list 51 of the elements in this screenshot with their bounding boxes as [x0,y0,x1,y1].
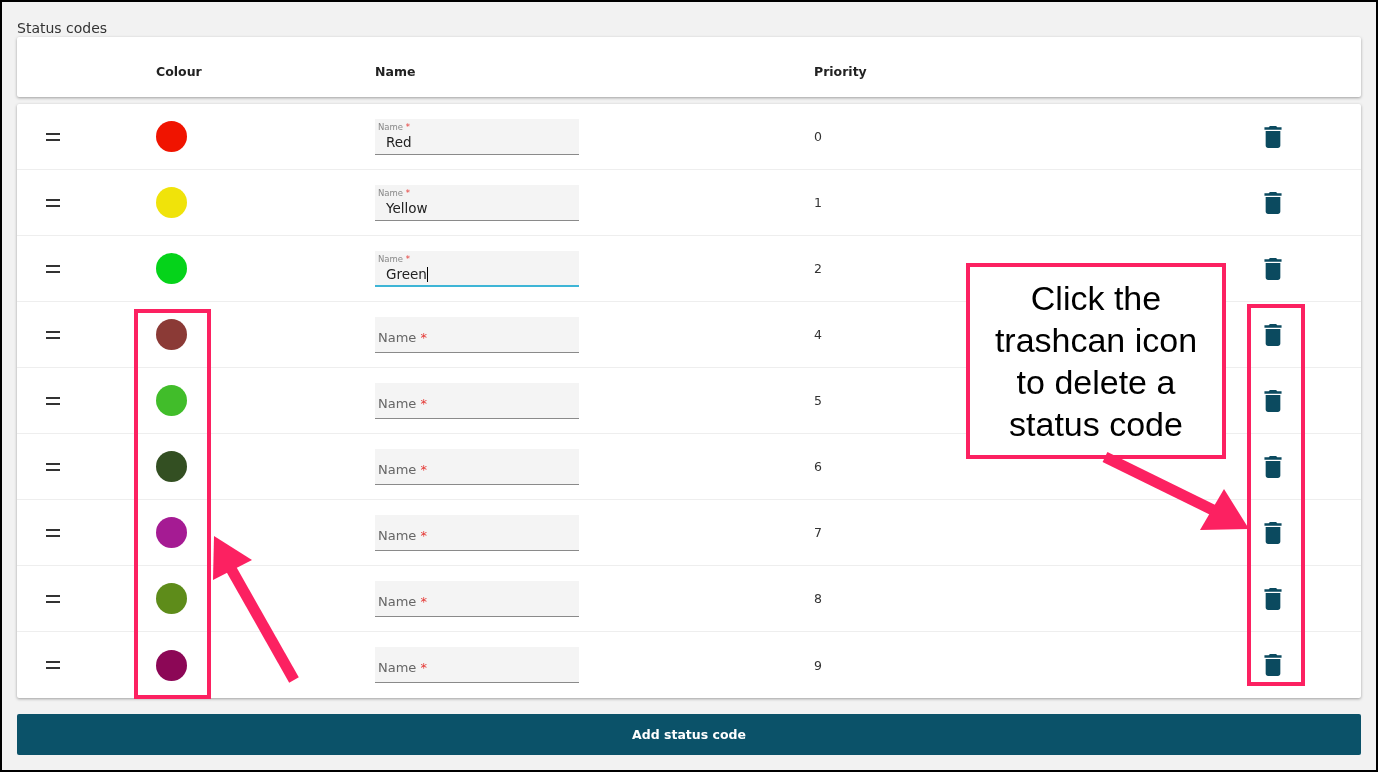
colour-swatch[interactable] [156,517,187,548]
colour-swatch[interactable] [156,385,187,416]
column-header: Name [375,64,416,79]
priority-value: 9 [814,657,822,673]
colour-swatch[interactable] [156,319,187,350]
drag-handle-icon[interactable] [46,330,60,339]
priority-value: 0 [814,129,822,144]
priority-value: 5 [814,393,822,408]
colour-swatch[interactable] [156,121,187,152]
priority-value: 1 [814,195,822,210]
name-field[interactable]: Name * Yellow [375,184,579,221]
delete-button[interactable] [1263,521,1283,544]
name-field[interactable]: Name * [375,316,579,353]
column-header: Priority [814,64,867,79]
column-header: Colour [156,64,202,79]
delete-button[interactable] [1263,587,1283,610]
colour-swatch[interactable] [156,451,187,482]
colour-swatch[interactable] [156,253,187,284]
drag-handle-icon[interactable] [46,661,60,669]
section-title: Status codes [17,19,108,37]
delete-button[interactable] [1263,389,1283,412]
colour-swatch[interactable] [156,649,187,681]
callout-text: Click the trashcan icon to delete a status code [966,263,1226,459]
drag-handle-icon[interactable] [46,594,60,603]
priority-value: 8 [814,591,822,606]
delete-button[interactable] [1263,125,1283,148]
drag-handle-icon[interactable] [46,396,60,405]
colour-swatch[interactable] [156,187,187,218]
name-field[interactable]: Name * [375,382,579,419]
drag-handle-icon[interactable] [46,198,60,207]
priority-value: 6 [814,459,822,474]
add-status-code-button[interactable]: Add status code [17,714,1361,755]
drag-handle-icon[interactable] [46,132,60,141]
priority-value: 2 [814,261,822,276]
delete-button[interactable] [1263,191,1283,214]
colour-swatch[interactable] [156,583,187,614]
delete-button[interactable] [1263,323,1283,346]
priority-value: 7 [814,525,822,540]
name-field[interactable]: Name * Green [375,250,579,287]
name-field[interactable]: Name * [375,647,579,683]
drag-handle-icon[interactable] [46,462,60,471]
name-field[interactable]: Name * [375,514,579,551]
name-field[interactable]: Name * [375,580,579,617]
drag-handle-icon[interactable] [46,264,60,273]
delete-button[interactable] [1263,654,1283,676]
delete-button[interactable] [1263,257,1283,280]
name-field[interactable]: Name * [375,448,579,485]
delete-button[interactable] [1263,455,1283,478]
priority-value: 4 [814,327,822,342]
drag-handle-icon[interactable] [46,528,60,537]
name-field[interactable]: Name * Red [375,118,579,155]
